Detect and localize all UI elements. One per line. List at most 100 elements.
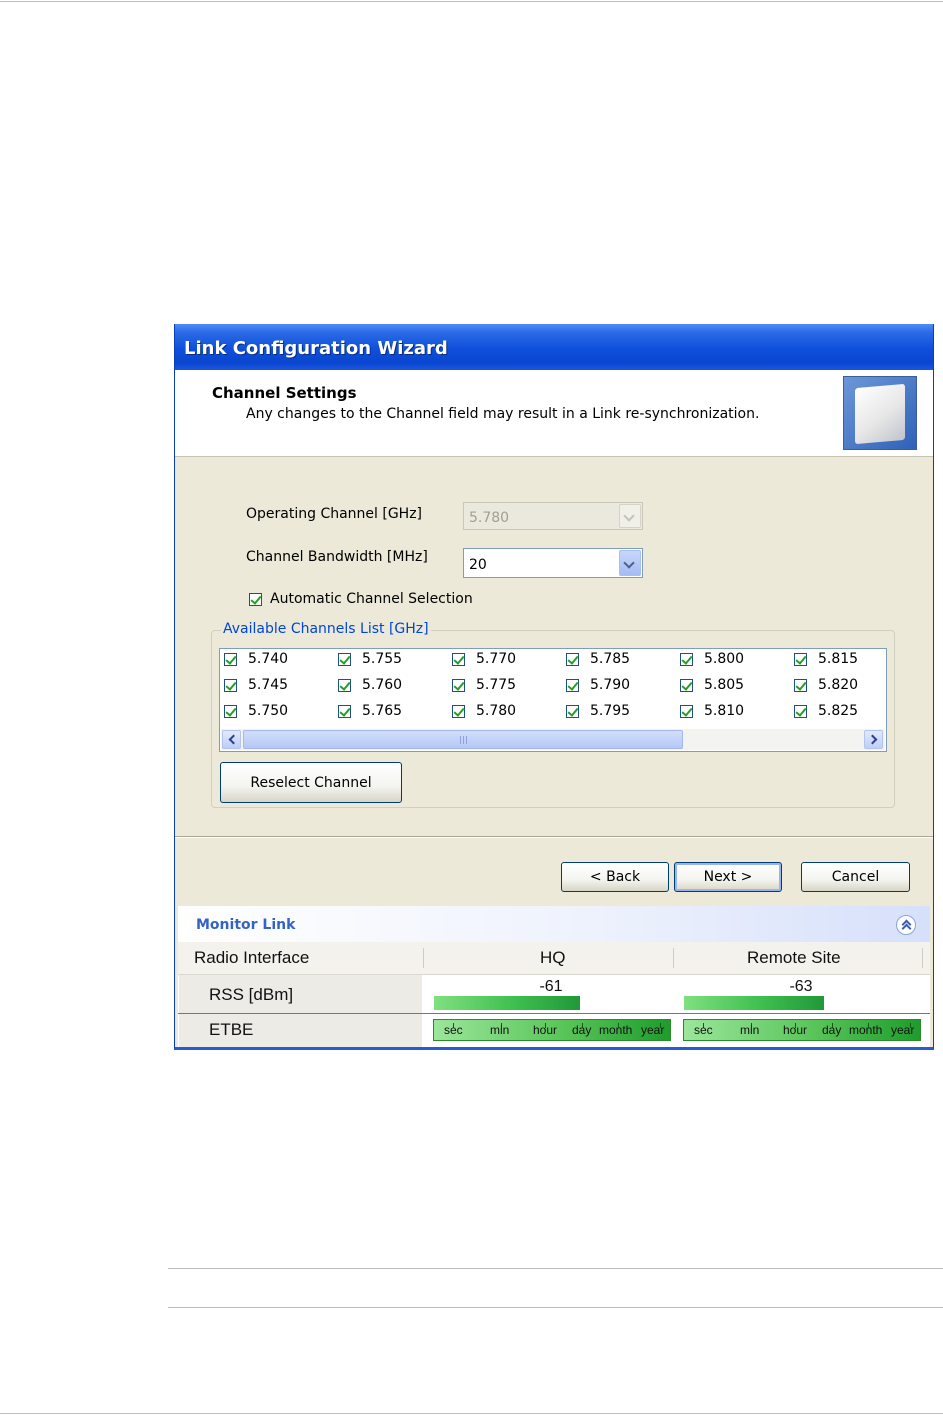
etbe-hq-scale: sec min hour day month year	[433, 1019, 671, 1041]
footer-rule-top	[168, 1268, 943, 1269]
automatic-channel-selection-checkbox[interactable]	[249, 593, 262, 606]
channel-label: 5.805	[704, 677, 745, 693]
channel-label: 5.740	[248, 651, 289, 667]
channel-label: 5.785	[590, 651, 631, 667]
etbe-remote-min: min	[740, 1023, 760, 1037]
channel-bandwidth-label: Channel Bandwidth [MHz]	[246, 549, 428, 565]
etbe-hq-hour: hour	[533, 1023, 558, 1037]
channel-label: 5.770	[476, 651, 517, 667]
etbe-remote-day: day	[822, 1023, 842, 1037]
operating-channel-value: 5.780	[469, 510, 510, 526]
scroll-left-button[interactable]	[222, 730, 241, 749]
wizard-header: Channel Settings Any changes to the Chan…	[175, 370, 933, 457]
monitor-link-bar: Monitor Link	[178, 906, 930, 942]
rss-row: RSS [dBm] -61 -63	[178, 975, 930, 1013]
rss-hq-bar	[434, 996, 580, 1010]
chevron-down-icon	[619, 504, 641, 528]
channel-checkbox[interactable]	[794, 705, 807, 718]
horizontal-scrollbar[interactable]	[221, 729, 885, 750]
channel-label: 5.795	[590, 703, 631, 719]
rss-remote-bar	[684, 996, 824, 1010]
step-title: Channel Settings	[212, 384, 357, 402]
channel-checkbox[interactable]	[224, 679, 237, 692]
channel-label: 5.780	[476, 703, 517, 719]
link-configuration-wizard-window: Link Configuration Wizard Channel Settin…	[174, 324, 934, 1050]
button-area-divider	[175, 836, 933, 838]
scroll-right-button[interactable]	[864, 730, 883, 749]
channel-checkbox[interactable]	[338, 679, 351, 692]
channel-label: 5.760	[362, 677, 403, 693]
channel-checkbox[interactable]	[680, 679, 693, 692]
cancel-button-label: Cancel	[831, 869, 880, 885]
channel-checkbox[interactable]	[224, 653, 237, 666]
channel-checkbox[interactable]	[224, 705, 237, 718]
channel-checkbox[interactable]	[566, 705, 579, 718]
collapse-icon[interactable]	[896, 915, 916, 935]
channel-checkbox[interactable]	[794, 653, 807, 666]
reselect-channel-label: Reselect Channel	[250, 774, 372, 791]
rss-label: RSS [dBm]	[209, 985, 294, 1004]
reselect-channel-button[interactable]: Reselect Channel	[220, 762, 402, 803]
operating-channel-label: Operating Channel [GHz]	[246, 506, 423, 522]
etbe-hq-month: month	[599, 1023, 633, 1037]
monitor-link-title: Monitor Link	[196, 917, 296, 933]
channel-bandwidth-value: 20	[469, 557, 487, 573]
etbe-remote-sec: sec	[694, 1023, 713, 1037]
channel-checkbox[interactable]	[338, 705, 351, 718]
etbe-hq-min: min	[490, 1023, 510, 1037]
etbe-remote-hour: hour	[783, 1023, 808, 1037]
automatic-channel-selection-label[interactable]: Automatic Channel Selection	[270, 591, 473, 607]
etbe-label: ETBE	[209, 1020, 254, 1039]
header-remote-site: Remote Site	[747, 948, 841, 967]
channel-label: 5.825	[818, 703, 859, 719]
channel-label: 5.745	[248, 677, 289, 693]
scrollbar-thumb[interactable]	[243, 730, 683, 749]
channel-bandwidth-select[interactable]: 20	[463, 548, 643, 578]
channel-label: 5.775	[476, 677, 517, 693]
header-hq: HQ	[540, 948, 566, 967]
cancel-button[interactable]: Cancel	[801, 862, 910, 892]
next-button[interactable]: Next >	[674, 862, 782, 892]
channel-checkbox[interactable]	[452, 679, 465, 692]
channel-checkbox[interactable]	[452, 653, 465, 666]
etbe-row: ETBE sec min hour day month year sec min…	[178, 1013, 930, 1047]
title-bar[interactable]: Link Configuration Wizard	[175, 324, 933, 370]
channel-checkbox[interactable]	[794, 679, 807, 692]
channel-checkbox[interactable]	[566, 679, 579, 692]
channel-label: 5.750	[248, 703, 289, 719]
channel-label: 5.800	[704, 651, 745, 667]
available-channels-legend: Available Channels List [GHz]	[221, 621, 431, 637]
next-button-label: Next >	[703, 869, 753, 885]
channel-checkbox[interactable]	[680, 653, 693, 666]
chevron-down-icon[interactable]	[619, 550, 641, 576]
channel-checkbox[interactable]	[566, 653, 579, 666]
antenna-icon	[843, 376, 917, 450]
operating-channel-select: 5.780	[463, 502, 643, 530]
etbe-remote-year: year	[891, 1023, 915, 1037]
channel-checkbox[interactable]	[338, 653, 351, 666]
back-button[interactable]: < Back	[561, 862, 669, 892]
rss-hq-value: -61	[539, 978, 563, 995]
page-bottom-rule	[0, 1413, 943, 1414]
etbe-remote-scale: sec min hour day month year	[683, 1019, 921, 1041]
monitor-link-table: Radio Interface HQ Remote Site RSS [dBm]…	[178, 942, 930, 1047]
channel-label: 5.820	[818, 677, 859, 693]
channel-label: 5.810	[704, 703, 745, 719]
etbe-hq-year: year	[641, 1023, 665, 1037]
step-subtitle: Any changes to the Channel field may res…	[246, 406, 760, 422]
channel-label: 5.790	[590, 677, 631, 693]
available-channels-list[interactable]: 5.740 5.745 5.750 5.755 5.760 5.765 5.770 5.775…	[219, 648, 887, 752]
header-radio-interface: Radio Interface	[194, 948, 310, 967]
channel-label: 5.765	[362, 703, 403, 719]
page-top-rule	[0, 1, 943, 2]
channel-label: 5.755	[362, 651, 403, 667]
monitor-table-header: Radio Interface HQ Remote Site	[178, 942, 930, 975]
etbe-remote-month: month	[849, 1023, 883, 1037]
etbe-hq-sec: sec	[444, 1023, 463, 1037]
channel-label: 5.815	[818, 651, 859, 667]
channel-checkbox[interactable]	[452, 705, 465, 718]
footer-rule-bottom	[168, 1307, 943, 1308]
etbe-hq-day: day	[572, 1023, 592, 1037]
channel-checkbox[interactable]	[680, 705, 693, 718]
rss-remote-value: -63	[789, 978, 813, 995]
